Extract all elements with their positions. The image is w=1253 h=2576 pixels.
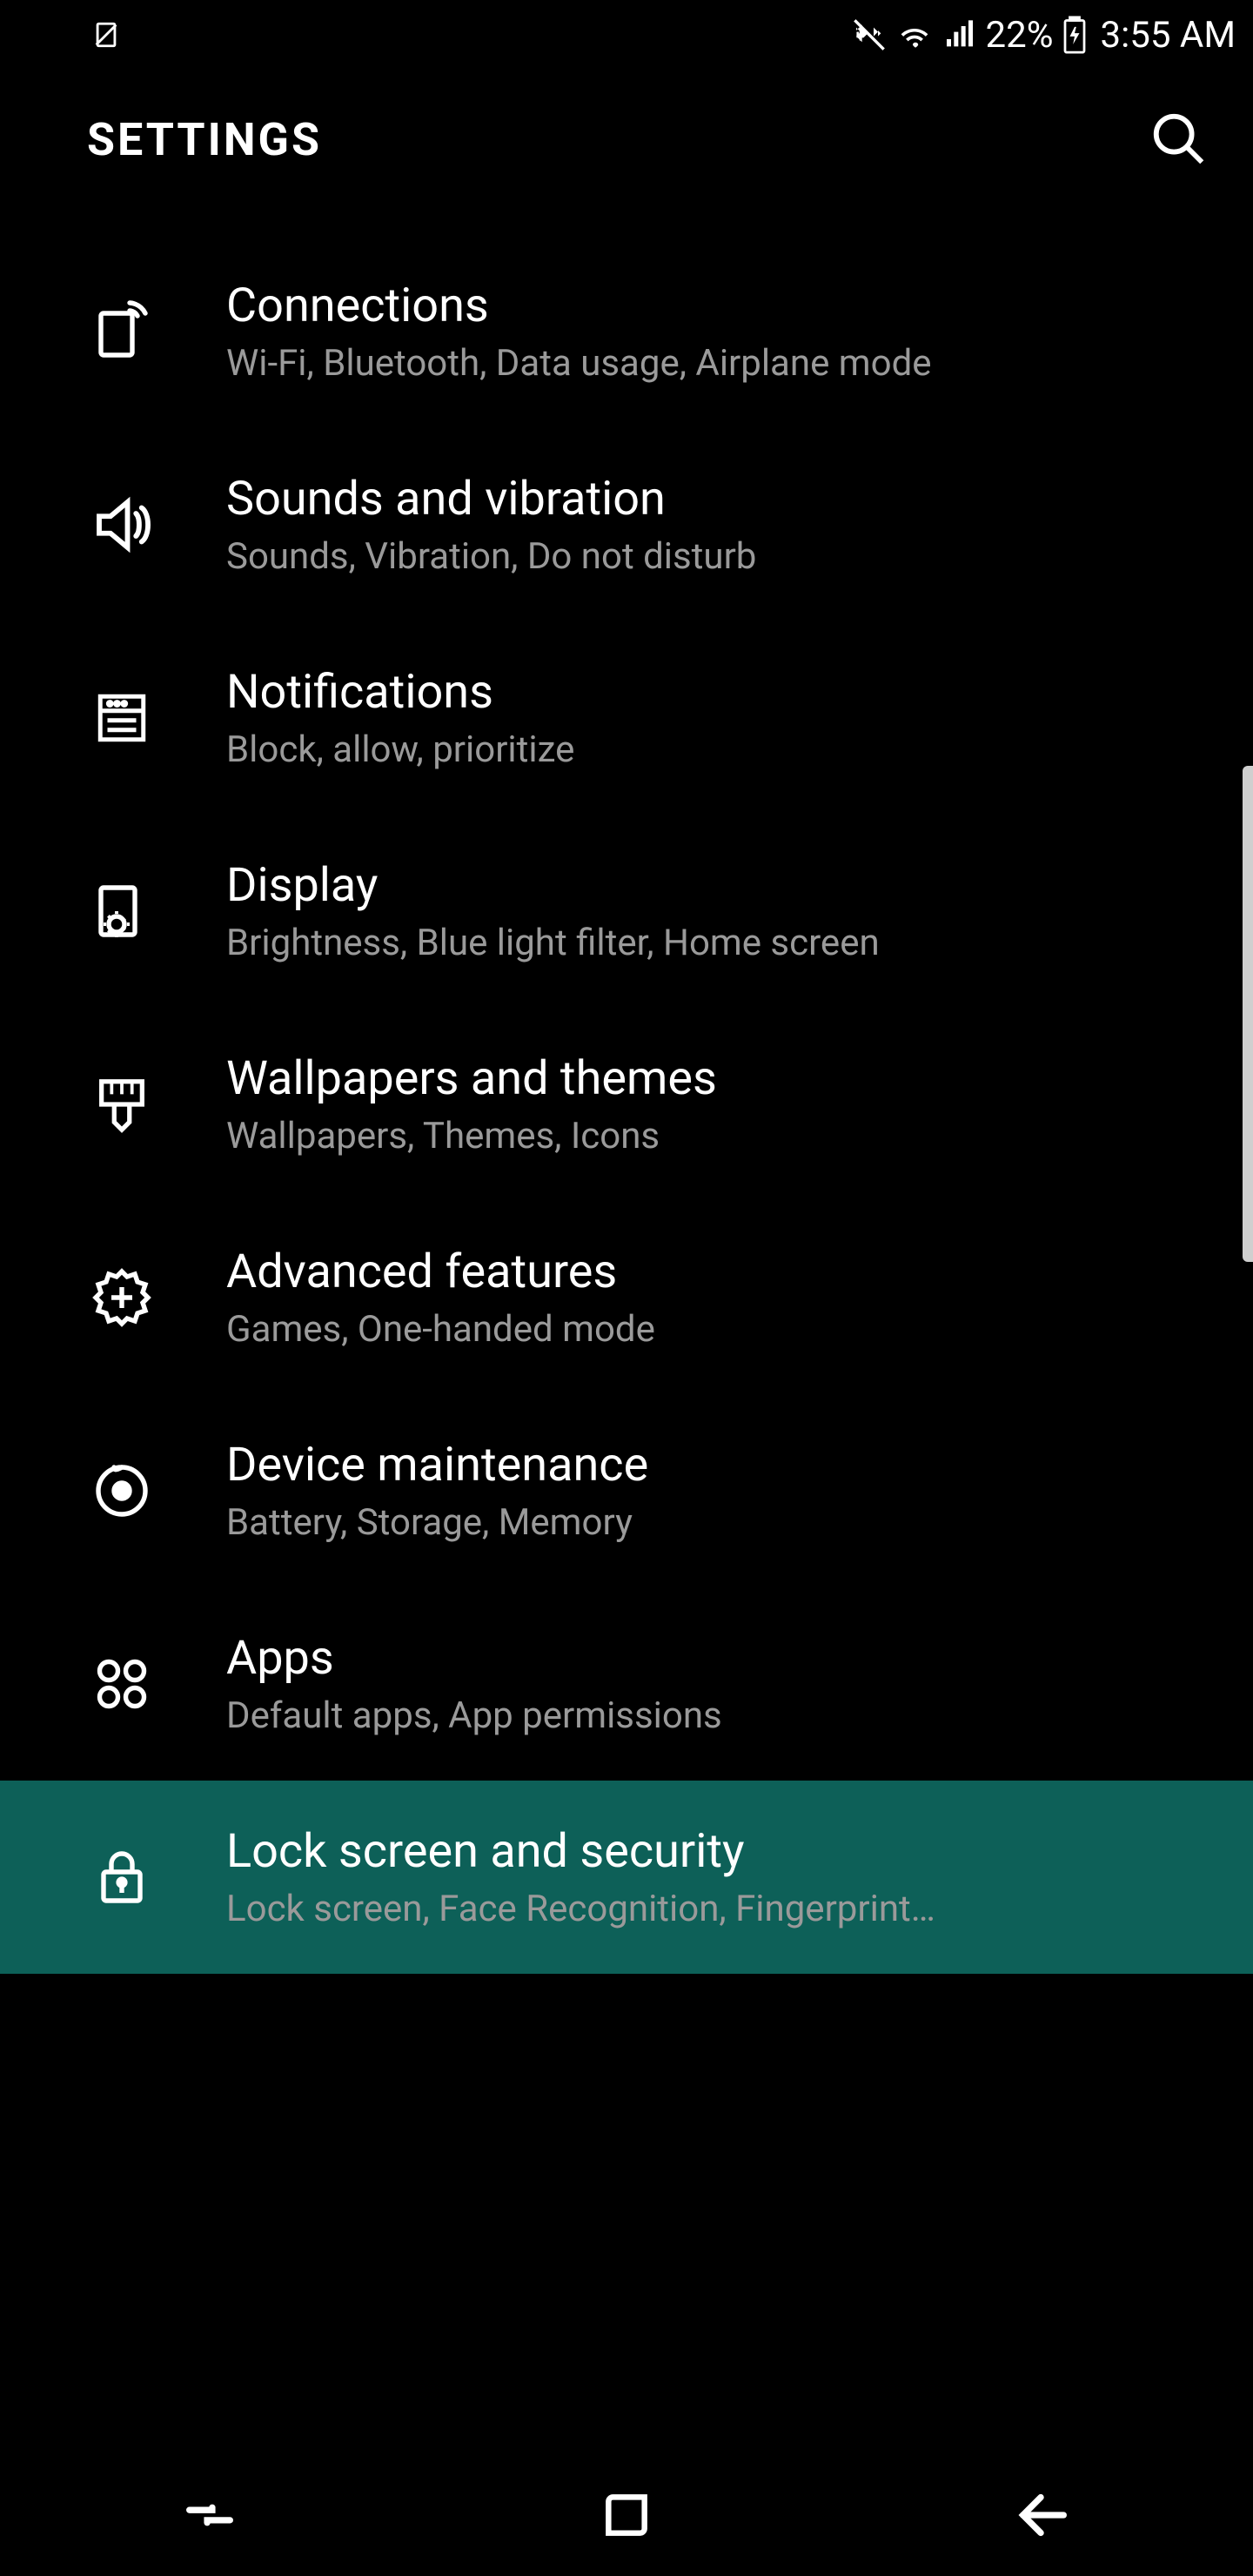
settings-item-advanced[interactable]: Advanced features Games, One-handed mode	[0, 1201, 1253, 1394]
scrollbar[interactable]	[1243, 766, 1253, 1262]
header: SETTINGS	[0, 70, 1253, 209]
notifications-icon	[87, 683, 157, 753]
item-subtitle: Lock screen, Face Recognition, Fingerpri…	[226, 1888, 1209, 1930]
navigation-bar	[0, 2454, 1253, 2576]
item-subtitle: Block, allow, prioritize	[226, 728, 1209, 771]
status-bar: 22% 3:55 AM	[0, 0, 1253, 70]
item-subtitle: Default apps, App permissions	[226, 1694, 1209, 1737]
lock-icon	[87, 1842, 157, 1912]
advanced-icon	[87, 1263, 157, 1332]
item-subtitle: Games, One-handed mode	[226, 1308, 1209, 1351]
page-title: SETTINGS	[87, 113, 322, 166]
back-button[interactable]	[1013, 2485, 1074, 2546]
item-title: Wallpapers and themes	[226, 1051, 1209, 1106]
item-title: Advanced features	[226, 1244, 1209, 1299]
settings-item-lock-security[interactable]: Lock screen and security Lock screen, Fa…	[0, 1781, 1253, 1974]
settings-item-notifications[interactable]: Notifications Block, allow, prioritize	[0, 621, 1253, 815]
display-icon	[87, 876, 157, 946]
settings-item-wallpapers[interactable]: Wallpapers and themes Wallpapers, Themes…	[0, 1008, 1253, 1201]
vibrate-icon	[852, 17, 887, 52]
item-subtitle: Wallpapers, Themes, Icons	[226, 1115, 1209, 1157]
item-title: Display	[226, 858, 1209, 913]
item-subtitle: Battery, Storage, Memory	[226, 1501, 1209, 1544]
settings-item-maintenance[interactable]: Device maintenance Battery, Storage, Mem…	[0, 1394, 1253, 1587]
search-button[interactable]	[1149, 109, 1209, 170]
settings-list: Connections Wi-Fi, Bluetooth, Data usage…	[0, 209, 1253, 1974]
recent-apps-button[interactable]	[179, 2485, 240, 2546]
item-title: Notifications	[226, 665, 1209, 720]
item-subtitle: Sounds, Vibration, Do not disturb	[226, 535, 1209, 578]
sound-icon	[87, 490, 157, 560]
settings-item-display[interactable]: Display Brightness, Blue light filter, H…	[0, 815, 1253, 1008]
item-title: Lock screen and security	[226, 1824, 1209, 1879]
home-button[interactable]	[600, 2488, 653, 2542]
wifi-icon	[895, 16, 934, 54]
item-title: Sounds and vibration	[226, 472, 1209, 527]
signal-icon	[942, 17, 977, 52]
item-subtitle: Brightness, Blue light filter, Home scre…	[226, 922, 1209, 964]
settings-item-connections[interactable]: Connections Wi-Fi, Bluetooth, Data usage…	[0, 235, 1253, 428]
battery-percent: 22%	[986, 14, 1054, 57]
item-title: Connections	[226, 278, 1209, 333]
maintenance-icon	[87, 1456, 157, 1526]
status-left	[17, 20, 121, 50]
sim-card-icon	[91, 20, 121, 50]
apps-icon	[87, 1649, 157, 1719]
settings-item-apps[interactable]: Apps Default apps, App permissions	[0, 1587, 1253, 1781]
battery-charging-icon	[1062, 16, 1087, 54]
item-title: Apps	[226, 1631, 1209, 1686]
settings-item-sounds[interactable]: Sounds and vibration Sounds, Vibration, …	[0, 428, 1253, 621]
connections-icon	[87, 297, 157, 366]
wallpaper-icon	[87, 1070, 157, 1139]
status-time: 3:55 AM	[1101, 14, 1236, 57]
item-title: Device maintenance	[226, 1438, 1209, 1493]
item-subtitle: Wi-Fi, Bluetooth, Data usage, Airplane m…	[226, 342, 1209, 385]
status-right: 22% 3:55 AM	[852, 14, 1236, 57]
